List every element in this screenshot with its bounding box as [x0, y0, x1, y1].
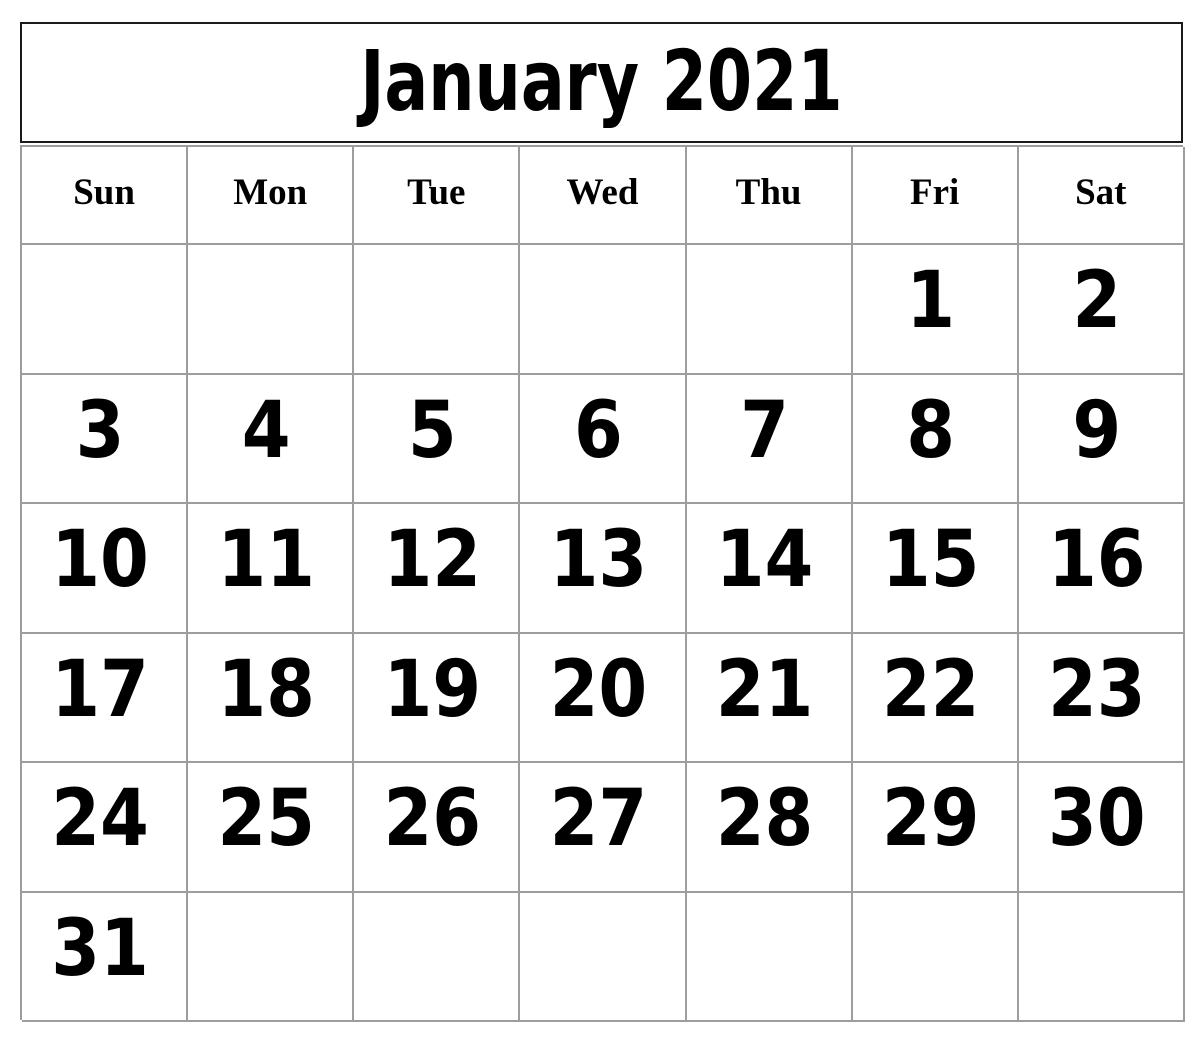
weekday-label: Wed — [566, 172, 639, 213]
calendar-week-row: 3 4 5 6 7 8 9 — [22, 374, 1185, 504]
day-cell[interactable]: 5 — [354, 374, 521, 504]
calendar-grid: Sun Mon Tue Wed Thu Fri Sat 1 2 3 4 5 6 … — [20, 145, 1185, 1022]
day-cell[interactable]: 27 — [520, 763, 687, 893]
day-cell[interactable]: 3 — [22, 374, 189, 504]
calendar-week-row: 31 — [22, 892, 1185, 1022]
day-number: 1 — [906, 256, 956, 346]
day-cell[interactable]: 15 — [852, 504, 1019, 634]
day-cell[interactable]: 25 — [188, 763, 355, 893]
calendar-week-row: 1 2 — [22, 245, 1185, 375]
day-cell[interactable]: 12 — [354, 504, 521, 634]
day-cell[interactable]: 26 — [354, 763, 521, 893]
calendar-week-row: 10 11 12 13 14 15 16 — [22, 504, 1185, 634]
weekday-label: Sun — [73, 172, 135, 213]
day-cell[interactable]: 11 — [188, 504, 355, 634]
day-cell[interactable] — [188, 892, 355, 1022]
day-cell[interactable]: 8 — [852, 374, 1019, 504]
day-cell[interactable]: 19 — [354, 633, 521, 763]
calendar-week-row: 24 25 26 27 28 29 30 — [22, 763, 1185, 893]
calendar-week-row: 17 18 19 20 21 22 23 — [22, 633, 1185, 763]
day-cell[interactable]: 21 — [686, 633, 853, 763]
day-number: 9 — [1072, 385, 1122, 476]
day-number: 30 — [1047, 774, 1146, 864]
day-cell[interactable] — [686, 892, 853, 1022]
weekday-label: Sat — [1075, 172, 1127, 213]
day-cell[interactable]: 1 — [852, 245, 1019, 375]
day-cell[interactable]: 13 — [520, 504, 687, 634]
day-cell[interactable]: 24 — [22, 763, 189, 893]
day-number: 14 — [715, 515, 814, 605]
day-number: 25 — [217, 774, 316, 864]
day-cell[interactable]: 28 — [686, 763, 853, 893]
day-cell[interactable] — [520, 245, 687, 375]
day-cell[interactable]: 4 — [188, 374, 355, 504]
weekday-label: Tue — [407, 172, 466, 213]
day-number: 15 — [881, 515, 980, 605]
day-number: 16 — [1047, 515, 1146, 605]
day-cell[interactable]: 2 — [1018, 245, 1185, 375]
weekday-header-sun: Sun — [22, 147, 189, 245]
day-number: 21 — [715, 644, 814, 735]
day-cell[interactable]: 29 — [852, 763, 1019, 893]
weekday-label: Mon — [233, 172, 308, 213]
day-number: 27 — [549, 774, 648, 864]
day-number: 19 — [383, 644, 482, 735]
day-number: 29 — [881, 774, 980, 864]
weekday-header-fri: Fri — [852, 147, 1019, 245]
day-number: 23 — [1047, 644, 1146, 735]
weekday-header-thu: Thu — [686, 147, 853, 245]
day-cell[interactable]: 6 — [520, 374, 687, 504]
day-number: 24 — [51, 774, 149, 864]
day-cell[interactable]: 22 — [852, 633, 1019, 763]
day-number: 22 — [881, 644, 980, 735]
day-cell[interactable] — [354, 892, 521, 1022]
calendar-title-box: January 2021 — [20, 22, 1183, 143]
day-cell[interactable] — [686, 245, 853, 375]
day-number: 10 — [51, 515, 149, 605]
weekday-header-mon: Mon — [188, 147, 355, 245]
day-cell[interactable]: 23 — [1018, 633, 1185, 763]
day-cell[interactable]: 16 — [1018, 504, 1185, 634]
day-cell[interactable] — [1018, 892, 1185, 1022]
day-number: 11 — [217, 515, 316, 605]
day-number: 8 — [906, 385, 956, 476]
day-cell[interactable] — [520, 892, 687, 1022]
day-cell[interactable]: 18 — [188, 633, 355, 763]
day-number: 4 — [241, 385, 291, 476]
day-cell[interactable]: 20 — [520, 633, 687, 763]
calendar: January 2021 Sun Mon Tue Wed Thu Fri Sat… — [0, 0, 1200, 1041]
day-number: 31 — [51, 903, 149, 994]
day-number: 7 — [740, 385, 789, 476]
day-number: 12 — [383, 515, 482, 605]
day-cell[interactable]: 7 — [686, 374, 853, 504]
day-cell[interactable]: 14 — [686, 504, 853, 634]
day-cell[interactable] — [354, 245, 521, 375]
weekday-header-row: Sun Mon Tue Wed Thu Fri Sat — [22, 147, 1185, 245]
day-number: 17 — [51, 644, 149, 735]
day-cell[interactable]: 17 — [22, 633, 189, 763]
day-number: 13 — [549, 515, 648, 605]
day-number: 6 — [574, 385, 623, 476]
day-cell[interactable] — [852, 892, 1019, 1022]
calendar-title: January 2021 — [360, 31, 843, 130]
day-cell[interactable] — [188, 245, 355, 375]
day-number: 2 — [1072, 256, 1122, 346]
day-cell[interactable]: 10 — [22, 504, 189, 634]
weekday-label: Thu — [735, 172, 802, 213]
day-cell[interactable]: 9 — [1018, 374, 1185, 504]
weekday-label: Fri — [910, 172, 960, 213]
weekday-header-wed: Wed — [520, 147, 687, 245]
weekday-header-tue: Tue — [354, 147, 521, 245]
day-cell[interactable]: 31 — [22, 892, 189, 1022]
day-number: 3 — [75, 385, 125, 476]
weekday-header-sat: Sat — [1018, 147, 1185, 245]
day-cell[interactable] — [22, 245, 189, 375]
day-cell[interactable]: 30 — [1018, 763, 1185, 893]
day-number: 18 — [217, 644, 316, 735]
day-number: 5 — [407, 385, 457, 476]
day-number: 26 — [383, 774, 482, 864]
day-number: 28 — [715, 774, 814, 864]
day-number: 20 — [549, 644, 648, 735]
